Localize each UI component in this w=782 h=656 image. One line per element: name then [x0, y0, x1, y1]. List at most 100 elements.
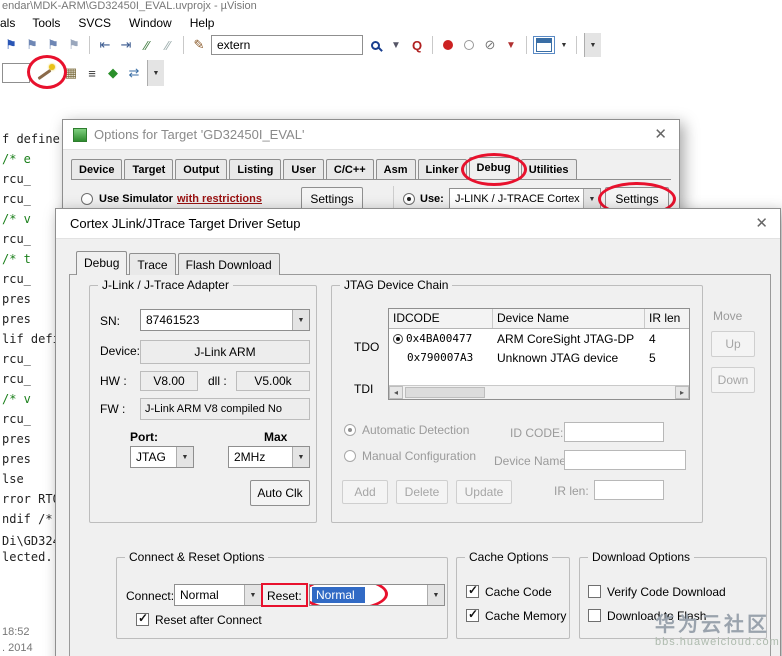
tab-target[interactable]: Target — [124, 159, 174, 179]
reset-after-connect-checkbox[interactable] — [136, 611, 149, 626]
tab-debug[interactable]: Debug — [460, 153, 527, 186]
verify-code-download-checkbox[interactable] — [588, 585, 601, 598]
col-idcode: IDCODE — [389, 309, 493, 328]
menu-item[interactable]: als — [0, 16, 23, 30]
update-components-icon[interactable]: ⇄ — [125, 64, 143, 82]
layout-dropdown-icon[interactable]: ▼ — [558, 36, 570, 54]
cache-code-checkbox[interactable] — [466, 583, 479, 598]
toolbar-build: ▦ ≡ ◆ ⇄ ▣ — [2, 55, 164, 89]
close-icon[interactable]: ✕ — [755, 214, 768, 232]
connect-combo[interactable]: Normal — [174, 584, 262, 606]
code-line: ndif /* — [2, 512, 53, 526]
target-select-combo[interactable] — [2, 63, 30, 83]
bookmark-icon[interactable]: ⚑ — [2, 36, 20, 54]
flash-download-icon[interactable]: ▦ — [62, 64, 80, 82]
with-restrictions-link[interactable]: with restrictions — [177, 193, 262, 205]
download-to-flash-checkbox[interactable] — [588, 609, 601, 622]
auto-clk-button[interactable]: Auto Clk — [250, 480, 310, 506]
options-dialog-titlebar[interactable]: Options for Target 'GD32450I_EVAL' ✕ — [63, 120, 679, 150]
jtag-chain-group: JTAG Device Chain TDO TDI IDCODE Device … — [331, 278, 703, 523]
max-label: Max — [264, 430, 288, 444]
debug-driver-combo[interactable]: J-LINK / J-TRACE Cortex — [449, 188, 601, 210]
tab-flash-download[interactable]: Flash Download — [177, 253, 280, 275]
menu-item-window[interactable]: Window — [120, 16, 181, 30]
comment-icon[interactable]: ∕∕ — [138, 36, 156, 54]
use-driver-radio[interactable] — [403, 193, 415, 205]
funnel-icon[interactable]: ▼ — [387, 36, 405, 54]
kill-breakpoints-icon[interactable]: ⊘ — [481, 36, 499, 54]
dll-field: V5.00k — [236, 371, 310, 391]
adapter-group-label: J-Link / J-Trace Adapter — [98, 278, 233, 292]
move-up-button[interactable]: Up — [711, 331, 755, 357]
tab-output[interactable]: Output — [175, 159, 228, 179]
unindent-icon[interactable]: ⇤ — [96, 36, 114, 54]
project-window-icon[interactable]: ≡ — [83, 64, 101, 82]
use-simulator-radio[interactable] — [81, 193, 93, 205]
menu-item-svcs[interactable]: SVCS — [69, 16, 120, 30]
cache-memory-checkbox[interactable] — [466, 607, 479, 622]
tab-listing[interactable]: Listing — [229, 159, 282, 179]
indent-icon[interactable]: ⇥ — [117, 36, 135, 54]
device-field: J-Link ARM — [140, 340, 310, 364]
tab-utilities[interactable]: Utilities — [520, 159, 577, 179]
screenshot-root: endar\MDK-ARM\GD32450I_EVAL.uvprojx - µV… — [0, 0, 782, 656]
driver-dialog-titlebar[interactable]: Cortex JLink/JTrace Target Driver Setup … — [56, 209, 780, 239]
windows-layout-icon[interactable] — [533, 36, 555, 54]
menu-item-help[interactable]: Help — [181, 16, 224, 30]
search-combo[interactable]: extern — [211, 35, 363, 55]
jtag-device-table[interactable]: IDCODE Device Name IR len 0x4BA00477 ARM… — [388, 308, 690, 400]
connect-value: Normal — [180, 588, 219, 602]
fw-value: J-Link ARM V8 compiled No — [145, 403, 282, 415]
close-icon[interactable]: ✕ — [654, 125, 667, 143]
find-in-files-icon[interactable] — [366, 36, 384, 54]
scroll-right-icon[interactable]: ▸ — [675, 386, 689, 399]
add-button[interactable]: Add — [342, 480, 388, 504]
code-line: rcu_ — [2, 272, 31, 286]
code-line: pres — [2, 292, 31, 306]
ir-len-field[interactable] — [594, 480, 664, 500]
dll-label: dll : — [208, 374, 227, 388]
delete-button[interactable]: Delete — [396, 480, 448, 504]
row-ir-len: 4 — [649, 331, 656, 346]
reset-combo[interactable]: Normal — [309, 584, 445, 606]
menu-item-tools[interactable]: Tools — [23, 16, 69, 30]
max-clock-combo[interactable]: 2MHz — [228, 446, 310, 468]
tab-jlink-trace[interactable]: Trace — [129, 253, 176, 275]
quick-find-icon[interactable]: Q — [408, 36, 426, 54]
table-horizontal-scrollbar[interactable]: ◂ ▸ — [389, 385, 689, 399]
tab-jlink-debug[interactable]: Debug — [76, 251, 128, 275]
scroll-left-icon[interactable]: ◂ — [389, 386, 403, 399]
update-button[interactable]: Update — [456, 480, 512, 504]
manual-configuration-radio[interactable] — [344, 450, 356, 462]
table-row[interactable]: 0x4BA00477 ARM CoreSight JTAG-DP 4 — [389, 329, 689, 348]
enable-breakpoints-icon[interactable]: ▼ — [502, 36, 520, 54]
code-line: rcu_ — [2, 192, 31, 206]
tab-asm[interactable]: Asm — [375, 159, 416, 179]
driver-dialog-tabstrip: Debug Trace Flash Download — [76, 251, 282, 275]
uncomment-icon[interactable]: ∕∕ — [159, 36, 177, 54]
bookmark-clear-icon[interactable]: ⚑ — [65, 36, 83, 54]
tab-cpp[interactable]: C/C++ — [325, 159, 374, 179]
breakpoint-disabled-icon[interactable] — [460, 36, 478, 54]
options-for-target-wand-icon[interactable] — [27, 55, 67, 89]
automatic-detection-radio[interactable] — [344, 424, 356, 436]
breakpoint-icon[interactable] — [439, 36, 457, 54]
scrollbar-thumb[interactable] — [405, 387, 485, 398]
move-label: Move — [713, 309, 743, 323]
ir-len-input-label: IR len: — [554, 484, 589, 498]
move-down-button[interactable]: Down — [711, 367, 755, 393]
edit-book-icon[interactable]: ✎ — [190, 36, 208, 54]
reset-label: Reset: — [261, 583, 308, 607]
device-name-field[interactable] — [564, 450, 686, 470]
tab-device[interactable]: Device — [71, 159, 123, 179]
table-row[interactable]: 0x790007A3 Unknown JTAG device 5 — [389, 348, 689, 367]
bookmark-next-icon[interactable]: ⚑ — [44, 36, 62, 54]
code-line: lif defi — [2, 332, 60, 346]
id-code-field[interactable] — [564, 422, 664, 442]
tab-user[interactable]: User — [283, 159, 324, 179]
sn-combo[interactable]: 87461523 — [140, 309, 310, 331]
manage-components-icon[interactable]: ◆ — [104, 64, 122, 82]
port-combo[interactable]: JTAG — [130, 446, 194, 468]
tab-linker[interactable]: Linker — [417, 159, 467, 179]
bookmark-prev-icon[interactable]: ⚑ — [23, 36, 41, 54]
